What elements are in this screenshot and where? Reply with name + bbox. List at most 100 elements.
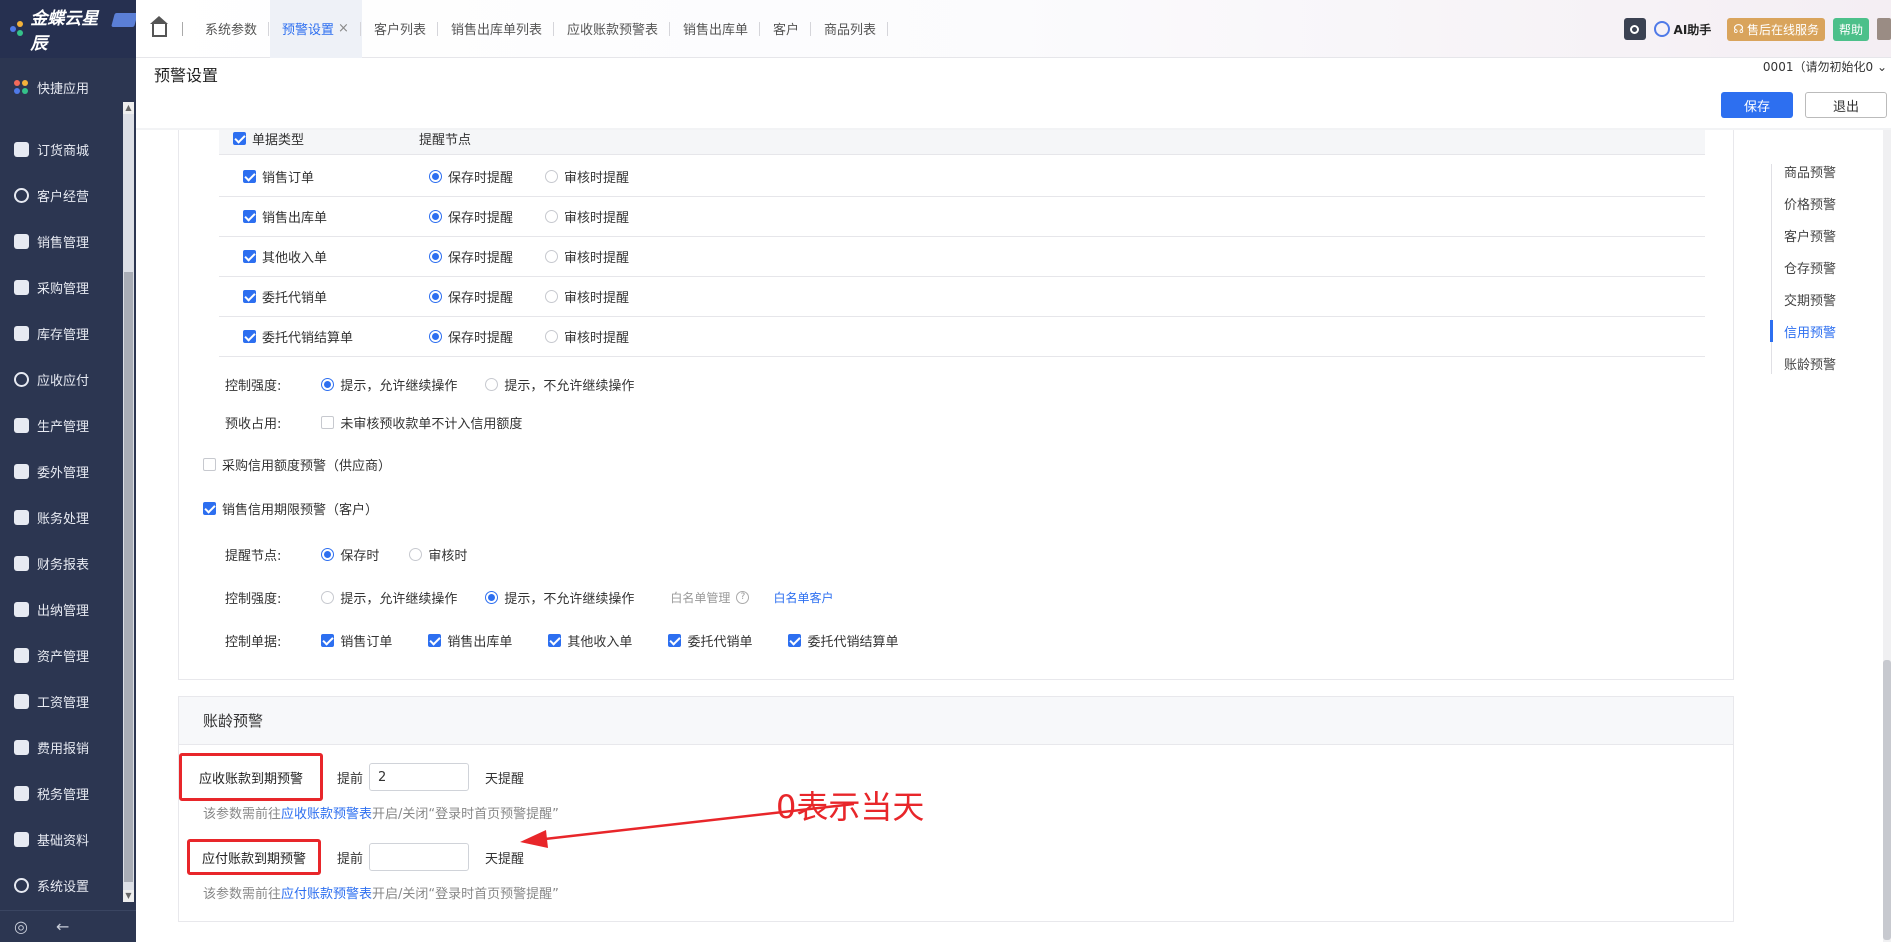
save-button[interactable]: 保存 xyxy=(1721,92,1793,118)
sidebar-item-customer[interactable]: 客户经营 xyxy=(0,172,122,218)
ar-input-row: 提前 2 天提醒 xyxy=(337,763,524,791)
anchor-customer-alert[interactable]: 客户预警 xyxy=(1770,222,1880,254)
sidebar-item-purchase[interactable]: 采购管理 xyxy=(0,264,122,310)
doc-checkbox[interactable] xyxy=(668,634,682,647)
radio-node-audit[interactable] xyxy=(409,548,423,561)
select-all-checkbox[interactable] xyxy=(233,132,246,145)
brand-logo[interactable]: 金蝶云星辰 xyxy=(0,0,138,58)
sidebar-item-outsource[interactable]: 委外管理 xyxy=(0,448,122,494)
sidebar: 金蝶云星辰 快捷应用 订货商城 客户经营 销售管理 采购管理 库存管理 应收应付… xyxy=(0,0,138,942)
sidebar-item-expense[interactable]: 费用报销 xyxy=(0,724,122,770)
doc-checkbox[interactable] xyxy=(321,634,335,647)
row-checkbox[interactable] xyxy=(243,170,256,183)
ai-assistant-button[interactable]: AI助手 xyxy=(1653,21,1711,38)
sidebar-item-basic-data[interactable]: 基础资料 xyxy=(0,816,122,862)
whitelist-customer-link[interactable]: 白名单客户 xyxy=(773,589,833,606)
radio-audit[interactable] xyxy=(545,170,559,183)
avatar[interactable] xyxy=(1877,18,1891,40)
sidebar-scrollbar[interactable]: ▲ ▼ xyxy=(123,102,134,902)
table-row: 销售出库单 xyxy=(243,207,327,226)
ap-days-input[interactable] xyxy=(369,843,470,871)
bag-icon xyxy=(14,141,29,157)
opt-label: 提示，允许继续操作 xyxy=(340,592,458,607)
ar-days-input[interactable]: 2 xyxy=(369,763,470,791)
sidebar-item-reports[interactable]: 财务报表 xyxy=(0,540,122,586)
home-button[interactable] xyxy=(136,0,182,58)
tab-customer[interactable]: 客户 xyxy=(761,0,812,58)
radio-audit[interactable] xyxy=(545,290,559,303)
anchor-aging-alert[interactable]: 账龄预警 xyxy=(1770,350,1880,382)
tab-alert-settings[interactable]: 预警设置 × xyxy=(270,0,362,58)
anchor-nav: 商品预警 价格预警 客户预警 仓存预警 交期预警 信用预警 账龄预警 xyxy=(1770,158,1880,382)
tab-ar-alert-report[interactable]: 应收账款预警表 xyxy=(555,0,671,58)
radio-audit[interactable] xyxy=(545,210,559,223)
radio-allow[interactable] xyxy=(321,378,335,391)
tab-sales-outbound-list[interactable]: 销售出库单列表 xyxy=(439,0,555,58)
help-button[interactable]: 帮助 xyxy=(1832,17,1869,41)
doc-checkbox[interactable] xyxy=(548,634,562,647)
sidebar-item-accounting[interactable]: 账务处理 xyxy=(0,494,122,540)
tab-system-params[interactable]: 系统参数 xyxy=(193,0,270,58)
scroll-up-icon[interactable]: ▲ xyxy=(123,102,134,114)
row-checkbox[interactable] xyxy=(243,330,256,343)
search-button[interactable] xyxy=(1623,18,1646,40)
service-button[interactable]: ☊ 售后在线服务 xyxy=(1727,17,1825,41)
help-question-icon[interactable]: ? xyxy=(736,591,750,604)
sidebar-item-tax[interactable]: 税务管理 xyxy=(0,770,122,816)
sidebar-item-quick-apps[interactable]: 快捷应用 xyxy=(0,64,122,110)
sidebar-item-sales[interactable]: 销售管理 xyxy=(0,218,122,264)
ar-alert-report-link[interactable]: 应收账款预警表 xyxy=(281,807,372,822)
anchor-product-alert[interactable]: 商品预警 xyxy=(1770,158,1880,190)
close-icon[interactable]: × xyxy=(338,21,349,36)
sidebar-item-ar-ap[interactable]: 应收应付 xyxy=(0,356,122,402)
scroll-down-icon[interactable]: ▼ xyxy=(123,890,134,902)
radio-audit[interactable] xyxy=(545,250,559,263)
exit-button[interactable]: 退出 xyxy=(1805,92,1887,118)
collapse-arrow-icon[interactable]: ← xyxy=(56,917,69,936)
org-selector[interactable]: 0001（请勿初始化0 ⌄ xyxy=(1763,58,1887,75)
radio-save[interactable] xyxy=(429,250,442,263)
org-label: 0001（请勿初始化0 xyxy=(1762,60,1874,74)
scrollbar-thumb[interactable] xyxy=(1883,660,1891,940)
tab-label: 商品列表 xyxy=(824,23,877,38)
row-checkbox[interactable] xyxy=(243,210,256,223)
scrollbar-thumb[interactable] xyxy=(124,272,133,882)
anchor-price-alert[interactable]: 价格预警 xyxy=(1770,190,1880,222)
radio-save[interactable] xyxy=(429,170,442,183)
tab-label: 系统参数 xyxy=(205,23,258,38)
anchor-credit-alert[interactable]: 信用预警 xyxy=(1770,318,1880,350)
doc-checkbox[interactable] xyxy=(788,634,802,647)
tab-product-list[interactable]: 商品列表 xyxy=(812,0,889,58)
sidebar-item-assets[interactable]: 资产管理 xyxy=(0,632,122,678)
radio-allow[interactable] xyxy=(321,591,335,604)
sidebar-item-store[interactable]: 订货商城 xyxy=(0,126,122,172)
radio-save[interactable] xyxy=(429,210,442,223)
sidebar-item-production[interactable]: 生产管理 xyxy=(0,402,122,448)
anchor-stock-alert[interactable]: 仓存预警 xyxy=(1770,254,1880,286)
target-icon[interactable]: ◎ xyxy=(14,917,28,936)
radio-block[interactable] xyxy=(485,591,499,604)
sidebar-item-salary[interactable]: 工资管理 xyxy=(0,678,122,724)
radio-block[interactable] xyxy=(485,378,499,391)
aging-section-title: 账龄预警 xyxy=(179,697,1733,745)
purchase-credit-checkbox[interactable] xyxy=(203,458,216,471)
tab-customer-list[interactable]: 客户列表 xyxy=(362,0,439,58)
prepay-checkbox[interactable] xyxy=(321,416,335,429)
sidebar-item-settings[interactable]: 系统设置 xyxy=(0,862,122,908)
sidebar-item-cashier[interactable]: 出纳管理 xyxy=(0,586,122,632)
radio-node-save[interactable] xyxy=(321,548,335,561)
radio-audit[interactable] xyxy=(545,330,559,343)
tab-label: 客户 xyxy=(773,23,800,38)
cashier-icon xyxy=(14,601,29,617)
main-scrollbar[interactable] xyxy=(1883,130,1891,942)
tab-sales-outbound[interactable]: 销售出库单 xyxy=(671,0,761,58)
sales-period-checkbox[interactable] xyxy=(203,502,216,515)
doc-checkbox[interactable] xyxy=(428,634,442,647)
radio-save[interactable] xyxy=(429,330,442,343)
row-checkbox[interactable] xyxy=(243,290,256,303)
sidebar-item-inventory[interactable]: 库存管理 xyxy=(0,310,122,356)
row-checkbox[interactable] xyxy=(243,250,256,263)
radio-save[interactable] xyxy=(429,290,442,303)
ap-alert-report-link[interactable]: 应付账款预警表 xyxy=(281,887,372,902)
anchor-delivery-alert[interactable]: 交期预警 xyxy=(1770,286,1880,318)
